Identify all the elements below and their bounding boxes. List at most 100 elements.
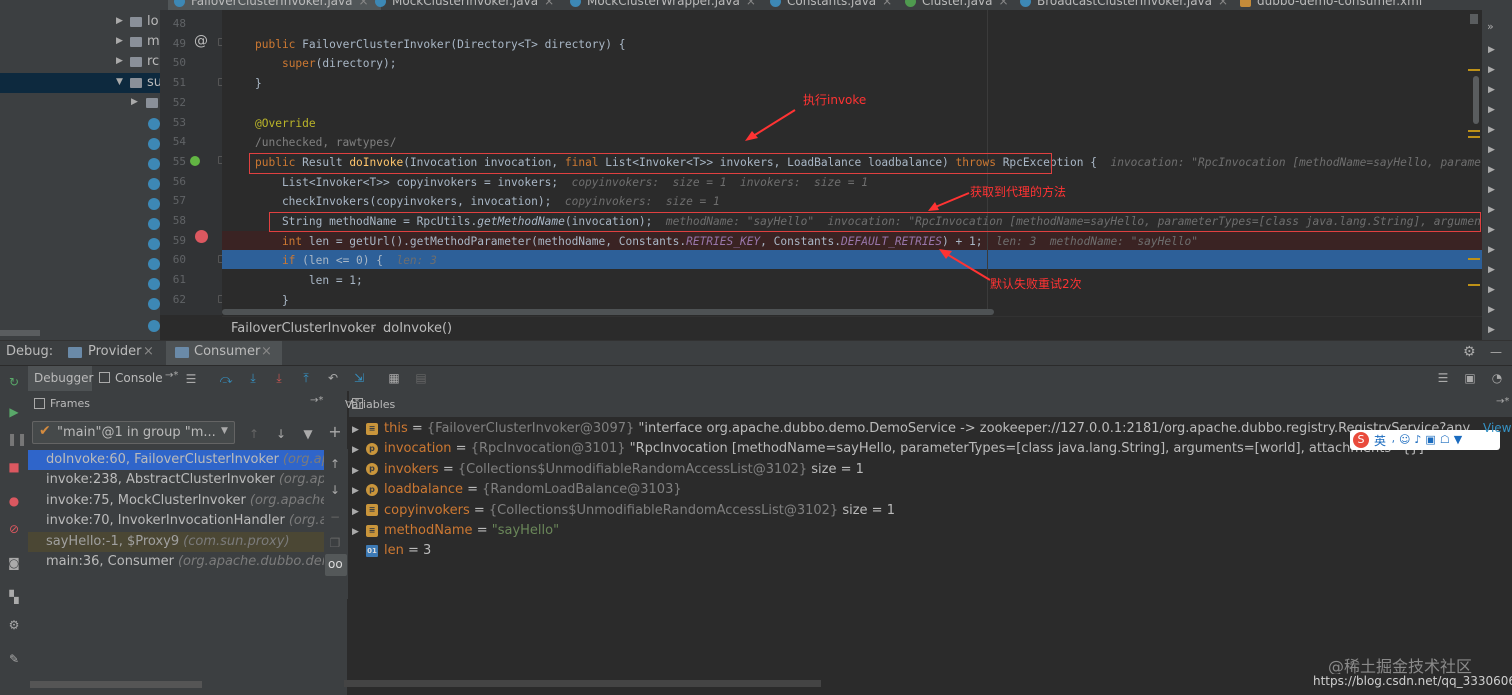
line-number[interactable]: 57 [162,194,186,207]
variable-row[interactable]: ▶ p loadbalance = {RandomLoadBalance@3103} [352,480,682,500]
next-frame-icon[interactable]: ↓ [274,427,288,441]
camera-icon[interactable]: ◙ [7,556,21,570]
tree-item[interactable]: ▶ lo [0,12,160,32]
code-line[interactable]: public FailoverClusterInvoker(Directory<… [255,35,625,55]
code-line[interactable]: checkInvokers(copyinvokers, invocation);… [255,192,720,212]
force-step-into-icon[interactable]: ⤓ [272,371,286,385]
run-to-cursor-icon[interactable]: ⇲ [352,371,366,385]
line-number[interactable]: 58 [162,214,186,227]
variable-row[interactable]: 01 len = 3 [352,541,431,561]
tab-consumer-active[interactable]: Consumer × [166,341,282,365]
tab-cluster[interactable]: Cluster.java × [905,0,1009,10]
close-icon[interactable]: × [143,344,154,359]
restore-layout-icon[interactable]: ▣ [1463,371,1477,385]
show-execution-point-icon[interactable]: ☰ [184,372,198,386]
evaluate-expression-icon[interactable]: ▦ [387,371,401,385]
mute-breakpoints-icon[interactable]: ⊘ [7,522,21,536]
close-icon[interactable]: × [882,0,892,8]
close-icon[interactable]: × [544,0,554,8]
class-icon[interactable] [148,138,160,150]
line-number[interactable]: 49 [162,37,186,50]
code-line[interactable]: List<Invoker<T>> copyinvokers = invokers… [255,173,868,193]
view-breakpoints-icon[interactable]: ● [7,494,21,508]
tab-constants[interactable]: Constants.java × [770,0,892,10]
line-number[interactable]: 52 [162,96,186,109]
class-icon[interactable] [148,198,160,210]
code-line[interactable]: super(directory); [255,54,397,74]
frame-row[interactable]: doInvoke:60, FailoverClusterInvoker (org.… [28,450,324,470]
pause-icon[interactable]: ❚❚ [7,432,27,446]
drop-frame-icon[interactable]: ↶ [326,371,340,385]
code-line[interactable]: int len = getUrl().getMethodParameter(me… [255,232,1198,252]
add-icon[interactable]: + [328,424,342,440]
variable-row[interactable]: ▶ p invocation = {RpcInvocation@3101} "Rpc… [352,439,1430,459]
code-line[interactable]: len = 1; [255,271,363,291]
view-link[interactable]: View [1483,421,1511,435]
tab-mock-cluster-wrapper[interactable]: MockClusterWrapper.java × [570,0,756,10]
ime-toolbar[interactable]: S 英 ⸴☺♪▣☖▼ [1350,430,1500,450]
ime-tools-icons[interactable]: ⸴☺♪▣☖▼ [1392,432,1466,447]
resume-icon[interactable]: ▶ [7,405,21,419]
trace-icon[interactable]: ▤ [414,371,428,385]
code-line[interactable]: @Override [255,114,316,134]
thread-selector[interactable]: ✔ "main"@1 in group "m... ▼ [32,421,235,444]
inspection-indicator[interactable] [1470,14,1478,24]
variable-row[interactable]: ▶ ≡ copyinvokers = {Collections$Unmodifiab… [352,501,895,521]
class-icon[interactable] [148,258,160,270]
close-icon[interactable]: × [1218,0,1228,8]
close-icon[interactable]: × [998,0,1008,8]
remove-icon[interactable]: − [328,510,342,524]
rerun-icon[interactable]: ↻ [7,375,21,389]
breakpoint-icon[interactable] [195,230,208,243]
breadcrumb-method[interactable]: doInvoke() [383,321,452,336]
line-number[interactable]: 61 [162,273,186,286]
horizontal-scrollbar[interactable] [0,330,40,336]
pin-tab-icon[interactable]: →* [1496,396,1509,407]
variable-row[interactable]: ▶ ≡ methodName = "sayHello" [352,521,559,541]
hide-icon[interactable]: — [1490,345,1502,359]
breadcrumb-class[interactable]: FailoverClusterInvoker [231,321,376,336]
copy-icon[interactable]: ❐ [328,536,342,550]
frame-row[interactable]: invoke:70, InvokerInvocationHandler (org.… [28,511,324,531]
pin-tab-icon[interactable]: →* [165,370,178,381]
frame-row[interactable]: sayHello:-1, $Proxy9 (com.sun.proxy) [28,531,324,552]
horizontal-scrollbar[interactable] [222,309,994,315]
frame-row[interactable]: invoke:75, MockClusterInvoker(org.apache… [28,491,324,511]
tab-dubbo-demo-consumer[interactable]: dubbo-demo-consumer.xml [1240,0,1422,10]
override-marker[interactable]: @ [194,33,208,49]
line-number[interactable]: 59 [162,234,186,247]
class-icon[interactable] [148,238,160,250]
tab-console[interactable]: Console [115,371,163,385]
class-icon[interactable] [148,298,160,310]
run-config-provider[interactable]: Provider [88,344,142,359]
tab-failover-cluster-invoker[interactable]: FailoverClusterInvoker.java × [168,0,381,10]
down-icon[interactable]: ↓ [328,483,342,497]
tree-item[interactable]: ▶ m [0,32,160,52]
variable-row[interactable]: ▶ ≡ this = {FailoverClusterInvoker@3097} "… [352,419,1470,439]
horizontal-scrollbar[interactable] [344,680,821,687]
class-icon[interactable] [148,218,160,230]
line-number[interactable]: 48 [162,17,186,30]
class-icon[interactable] [148,278,160,290]
class-icon[interactable] [148,158,160,170]
settings-gear-icon[interactable]: ⚙ [1463,344,1476,360]
line-number[interactable]: 53 [162,116,186,129]
line-number[interactable]: 62 [162,293,186,306]
line-number[interactable]: 56 [162,175,186,188]
tree-item[interactable]: ▶ rc [0,52,160,72]
close-icon[interactable]: × [746,0,756,8]
line-number[interactable]: 51 [162,76,186,89]
stop-icon[interactable]: ■ [7,460,21,474]
expand-arrow-icon[interactable]: ▶ [352,461,366,481]
previous-frame-icon[interactable]: ↑ [247,427,261,441]
line-number[interactable]: 54 [162,135,186,148]
layout-icon[interactable]: ☰ [1436,371,1450,385]
variable-row[interactable]: ▶ p invokers = {Collections$UnmodifiableRa… [352,460,864,480]
step-over-icon[interactable]: ⤼ [219,372,233,386]
tab-broadcast-cluster-invoker[interactable]: BroadcastClusterInvoker.java × [1020,0,1228,10]
line-number[interactable]: 55 [162,155,186,168]
up-icon[interactable]: ↑ [328,457,342,471]
class-icon[interactable] [148,320,160,332]
class-icon[interactable] [148,178,160,190]
tree-item[interactable]: ▶ [0,93,160,113]
